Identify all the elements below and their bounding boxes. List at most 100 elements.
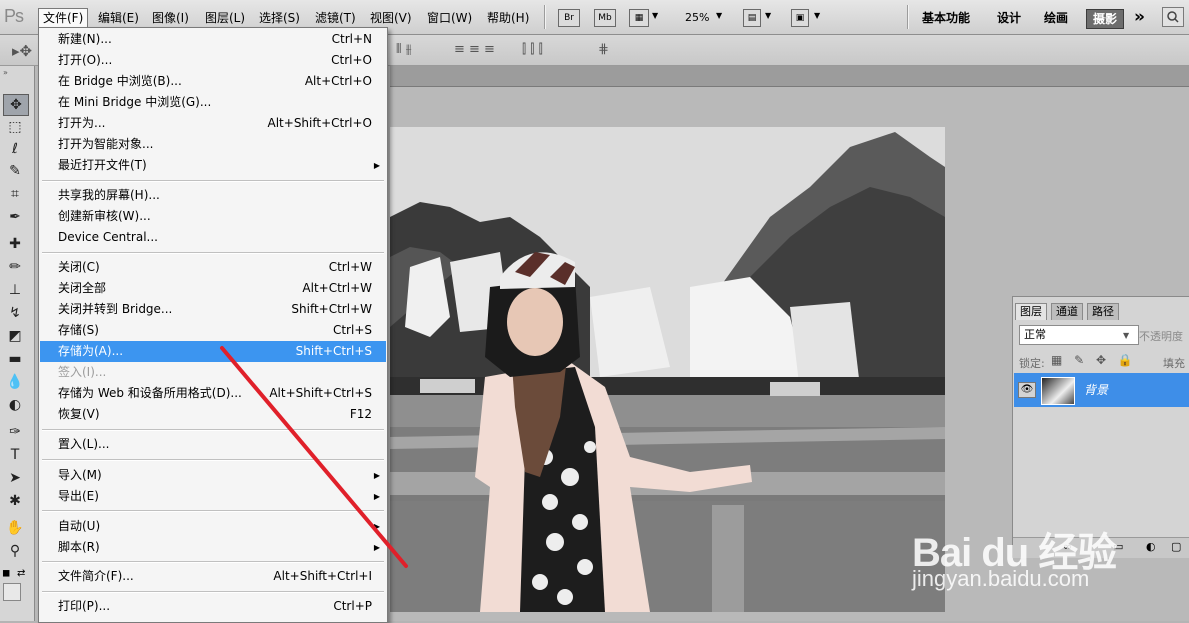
healing-brush-tool-icon[interactable]: ✚ (3, 234, 27, 254)
blend-mode-select[interactable]: 正常 (1019, 325, 1139, 345)
tab-layers[interactable]: 图层 (1015, 303, 1047, 320)
gradient-tool-icon[interactable]: ▬ (3, 349, 27, 369)
marquee-tool-icon[interactable]: ⬚ (3, 117, 27, 137)
menu-item-save[interactable]: 存储(S) Ctrl+S (40, 320, 386, 341)
menu-window[interactable]: 窗口(W) (423, 9, 476, 27)
menu-item-export[interactable]: 导出(E) ▶ (40, 486, 386, 507)
dodge-tool-icon[interactable]: ◐ (3, 395, 27, 415)
default-colors-icon[interactable]: ◼ (2, 568, 10, 579)
crop-tool-icon[interactable]: ⌗ (3, 184, 27, 204)
menu-item-place[interactable]: 置入(L)... (40, 434, 386, 455)
menu-separator (42, 561, 384, 562)
screen-mode-icon[interactable]: ▣ (791, 9, 809, 27)
move-tool-icon[interactable]: ✥ (3, 94, 29, 116)
menu-separator (42, 591, 384, 592)
foreground-color-swatch[interactable] (3, 583, 21, 601)
menu-item-new[interactable]: 新建(N)... Ctrl+N (40, 29, 386, 50)
lock-options-icon[interactable]: ▦ ✎ ✥ 🔒 (1051, 353, 1137, 367)
menu-item-open[interactable]: 打开(O)... Ctrl+O (40, 50, 386, 71)
fill-label: 填充 (1163, 357, 1185, 370)
chevron-down-icon[interactable]: ▼ (652, 11, 658, 20)
chevron-down-icon[interactable]: ▼ (716, 11, 722, 20)
zoom-level[interactable]: 25% (685, 11, 709, 24)
clone-stamp-tool-icon[interactable]: ⊥ (3, 280, 27, 300)
menu-item-close-go-bridge[interactable]: 关闭并转到 Bridge... Shift+Ctrl+W (40, 299, 386, 320)
more-workspaces-icon[interactable]: » (1134, 7, 1145, 27)
menu-item-automate[interactable]: 自动(U) ▶ (40, 516, 386, 537)
eraser-tool-icon[interactable]: ◩ (3, 326, 27, 346)
workspace-painting[interactable]: 绘画 (1044, 9, 1068, 27)
pen-tool-icon[interactable]: ✑ (3, 422, 27, 442)
tab-channels[interactable]: 通道 (1051, 303, 1083, 320)
layers-panel: 图层 通道 路径 正常 ▼ 不透明度 锁定: ▦ ✎ ✥ 🔒 填充 👁 背景 ∞… (1012, 296, 1189, 558)
watermark-url: jingyan.baidu.com (912, 566, 1090, 591)
path-select-tool-icon[interactable]: ➤ (3, 468, 27, 488)
menu-item-recent-files[interactable]: 最近打开文件(T) ▶ (40, 155, 386, 176)
menu-image[interactable]: 图像(I) (148, 9, 193, 27)
menu-item-create-review[interactable]: 创建新审核(W)... (40, 206, 386, 227)
eyedropper-tool-icon[interactable]: ✒ (3, 207, 27, 227)
swap-colors-icon[interactable]: ⇄ (17, 568, 25, 579)
menu-separator (42, 459, 384, 460)
menu-item-file-info[interactable]: 文件简介(F)... Alt+Shift+Ctrl+I (40, 566, 386, 587)
auto-align-icon[interactable]: ⋕ (598, 42, 609, 57)
menu-item-browse-bridge[interactable]: 在 Bridge 中浏览(B)... Alt+Ctrl+O (40, 71, 386, 92)
blur-tool-icon[interactable]: 💧 (3, 372, 27, 392)
menu-item-import[interactable]: 导入(M) ▶ (40, 465, 386, 486)
opacity-label: 不透明度 (1139, 330, 1183, 343)
chevron-down-icon[interactable]: ▼ (765, 11, 771, 20)
menu-item-save-as[interactable]: 存储为(A)... Shift+Ctrl+S (40, 341, 386, 362)
align-icon[interactable]: ⫴ ⫵ (396, 42, 412, 57)
menu-edit[interactable]: 编辑(E) (94, 9, 143, 27)
distribute-horizontal-icon[interactable]: ⫿ ⫿ ⫿ (522, 42, 543, 57)
workspace-essentials[interactable]: 基本功能 (922, 9, 970, 27)
history-brush-tool-icon[interactable]: ↯ (3, 303, 27, 323)
submenu-arrow-icon: ▶ (373, 492, 380, 501)
menu-filter[interactable]: 滤镜(T) (311, 9, 360, 27)
chevron-down-icon[interactable]: ▼ (814, 11, 820, 20)
menu-item-print[interactable]: 打印(P)... Ctrl+P (40, 596, 386, 617)
menu-item-browse-mini-bridge[interactable]: 在 Mini Bridge 中浏览(G)... (40, 92, 386, 113)
launch-mini-bridge-button[interactable]: Mb (594, 9, 616, 27)
workspace-design[interactable]: 设计 (997, 9, 1021, 27)
menu-item-save-for-web[interactable]: 存储为 Web 和设备所用格式(D)... Alt+Shift+Ctrl+S (40, 383, 386, 404)
move-tool-preset-icon[interactable]: ▸✥ (12, 42, 32, 60)
menu-item-revert[interactable]: 恢复(V) F12 (40, 404, 386, 425)
eye-icon[interactable]: 👁 (1018, 382, 1036, 398)
document-tab-strip[interactable] (390, 66, 1189, 87)
launch-bridge-button[interactable]: Br (558, 9, 580, 27)
brush-tool-icon[interactable]: ✏ (3, 257, 27, 277)
menu-item-open-as[interactable]: 打开为... Alt+Shift+Ctrl+O (40, 113, 386, 134)
menu-layer[interactable]: 图层(L) (201, 9, 249, 27)
menu-item-close-all[interactable]: 关闭全部 Alt+Ctrl+W (40, 278, 386, 299)
menu-file[interactable]: 文件(F) (38, 8, 89, 28)
view-extras-icon[interactable]: ▦ (629, 9, 649, 27)
tab-paths[interactable]: 路径 (1087, 303, 1119, 320)
menu-view[interactable]: 视图(V) (366, 9, 416, 27)
photo-scene (390, 127, 945, 612)
search-icon[interactable] (1162, 7, 1184, 27)
collapse-panel-icon[interactable]: » (3, 68, 8, 77)
menu-item-share-screen[interactable]: 共享我的屏幕(H)... (40, 185, 386, 206)
menu-item-device-central[interactable]: Device Central... (40, 227, 386, 248)
menu-item-close[interactable]: 关闭(C) Ctrl+W (40, 257, 386, 278)
document-canvas-photo[interactable] (390, 127, 945, 612)
distribute-icon[interactable]: ≡ ≡ ≡ (454, 42, 495, 57)
menu-help[interactable]: 帮助(H) (483, 9, 533, 27)
zoom-tool-icon[interactable]: ⚲ (3, 541, 27, 561)
lasso-tool-icon[interactable]: ℓ (3, 139, 27, 159)
menu-item-scripts[interactable]: 脚本(R) ▶ (40, 537, 386, 558)
type-tool-icon[interactable]: T (3, 445, 27, 465)
chevron-down-icon: ▼ (1123, 331, 1130, 340)
shape-tool-icon[interactable]: ✱ (3, 491, 27, 511)
workspace-photography[interactable]: 摄影 (1086, 9, 1125, 29)
hand-tool-icon[interactable]: ✋ (3, 518, 27, 538)
menu-select[interactable]: 选择(S) (255, 9, 304, 27)
adjustment-layer-icon[interactable]: ◐ (1146, 540, 1156, 553)
menubar-separator (907, 5, 908, 29)
layer-row-background[interactable]: 👁 背景 (1014, 373, 1189, 407)
quick-select-tool-icon[interactable]: ✎ (3, 161, 27, 181)
new-layer-icon[interactable]: ▢ (1171, 540, 1181, 553)
arrange-documents-icon[interactable]: ▤ (743, 9, 761, 27)
menu-item-open-smart-object[interactable]: 打开为智能对象... (40, 134, 386, 155)
